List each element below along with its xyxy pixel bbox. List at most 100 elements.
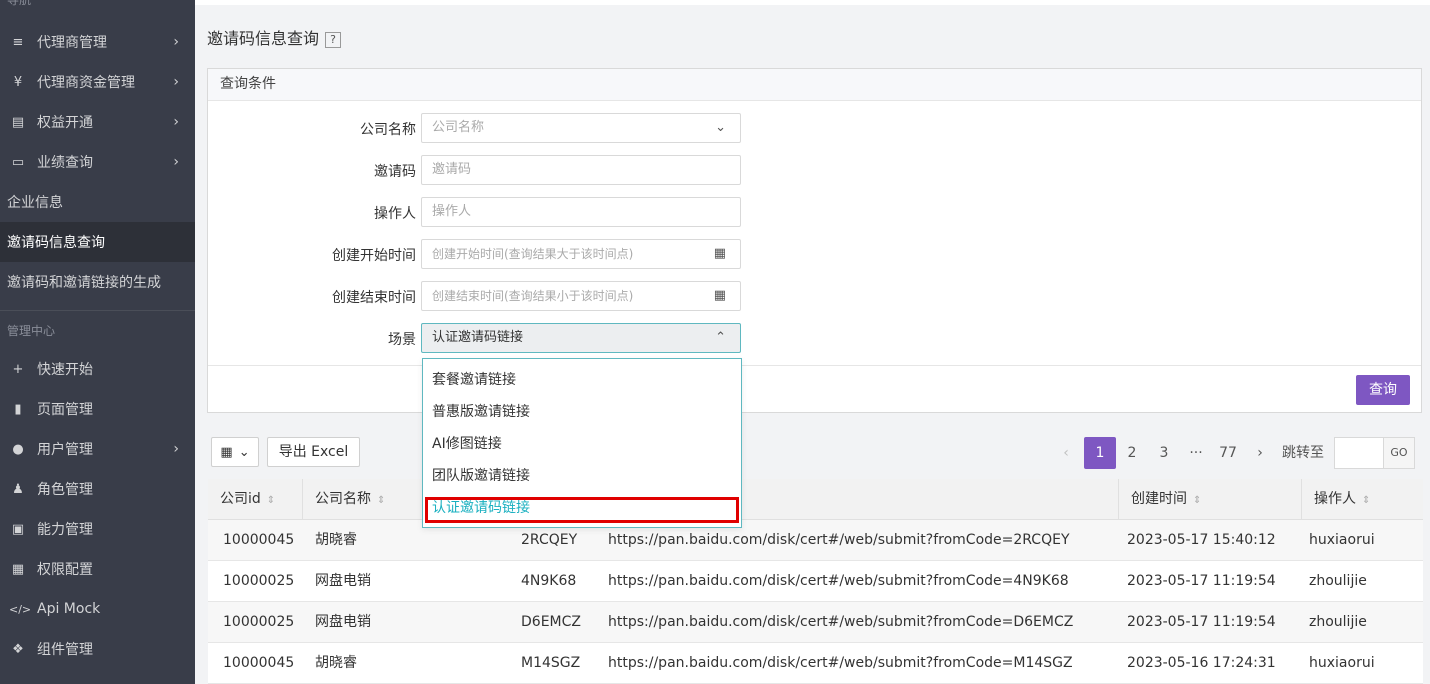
pagination: ‹ 1 2 3 ··· 77 › 跳转至 GO [1052,437,1422,469]
table-row[interactable]: 10000045 胡晓睿 M14SGZ https://pan.baidu.co… [208,643,1423,684]
goto-label: 跳转至 [1282,445,1324,461]
form-row-operator: 操作人 操作人 [208,197,768,227]
page-2-button[interactable]: 2 [1116,437,1148,469]
sidebar-section-nav: 导航 [7,0,32,7]
operator-input[interactable]: 操作人 [421,197,741,227]
scene-option-puhui[interactable]: 普惠版邀请链接 [423,396,741,428]
form-row-end-time: 创建结束时间 创建结束时间(查询结果小于该时间点) ▦ [208,281,768,311]
cell-company-id: 10000045 [223,532,295,548]
sidebar-item-label: 业绩查询 [37,155,93,171]
columns-toggle-button[interactable]: ▦ ⌄ [211,437,259,467]
start-time-input[interactable]: 创建开始时间(查询结果大于该时间点) ▦ [421,239,741,269]
goto-page-input[interactable] [1334,437,1384,469]
grid-icon: ▦ [11,561,25,577]
form-row-start-time: 创建开始时间 创建开始时间(查询结果大于该时间点) ▦ [208,239,768,269]
calendar-icon: ▦ [713,246,726,261]
sidebar-divider [0,310,195,311]
operator-label: 操作人 [374,206,416,222]
yen-icon: ¥ [13,74,23,90]
cell-company-id: 10000025 [223,573,295,589]
cell-operator: huxiaorui [1309,532,1375,548]
help-icon[interactable]: ? [325,32,342,48]
sidebar-item-label: 组件管理 [37,642,93,658]
column-header-operator[interactable]: 操作人 ⇕ [1302,479,1423,520]
invite-code-input[interactable]: 邀请码 [421,155,741,185]
query-button[interactable]: 查询 [1356,375,1410,405]
sidebar-item-api-mock[interactable]: </> Api Mock [0,589,195,629]
users-icon: ♟ [12,481,24,497]
sidebar-item-role-management[interactable]: ♟ 角色管理 [0,469,195,509]
page-3-button[interactable]: 3 [1148,437,1180,469]
go-button[interactable]: GO [1383,437,1415,469]
form-row-company: 公司名称 公司名称 ⌄ [208,113,768,143]
sidebar-item-user-management[interactable]: ● 用户管理 › [0,429,195,469]
sidebar-item-label: 快速开始 [37,362,93,378]
user-icon: ● [12,441,24,457]
column-header-label: 操作人 [1314,491,1356,507]
sidebar-item-label: 页面管理 [37,402,93,418]
cell-invite-code: 4N9K68 [521,573,577,589]
sidebar-item-component-management[interactable]: ❖ 组件管理 [0,629,195,669]
column-header-label: 创建时间 [1131,491,1187,507]
sidebar-item-invite-generate[interactable]: 邀请码和邀请链接的生成 [0,262,195,302]
end-time-label: 创建结束时间 [332,290,416,306]
sort-icon: ⇕ [1362,495,1371,506]
cell-invite-link: https://pan.baidu.com/disk/cert#/web/sub… [608,614,1074,630]
cell-company-name: 胡晓睿 [315,655,357,671]
sidebar-item-company-info[interactable]: 企业信息 [0,182,195,222]
cell-created-time: 2023-05-16 17:24:31 [1127,655,1276,671]
sidebar-item-agent-funds[interactable]: ¥ 代理商资金管理 › [0,62,195,102]
page-1-button[interactable]: 1 [1084,437,1116,469]
cell-invite-link: https://pan.baidu.com/disk/cert#/web/sub… [608,655,1073,671]
table-row[interactable]: 10000045 胡晓睿 2RCQEY https://pan.baidu.co… [208,520,1423,561]
column-header-company-id[interactable]: 公司id ⇕ [208,479,303,520]
query-panel-footer: 查询 [208,365,1421,413]
sidebar-item-invite-code-query[interactable]: 邀请码信息查询 [0,222,195,262]
sidebar-item-performance[interactable]: ▭ 业绩查询 › [0,142,195,182]
sidebar-item-permission-config[interactable]: ▦ 权限配置 [0,549,195,589]
sidebar-item-label: Api Mock [37,601,101,617]
chevron-down-icon: ⌄ [238,444,250,460]
company-select[interactable]: 公司名称 ⌄ [421,113,741,143]
scene-option-ai-retouch[interactable]: AI修图链接 [423,428,741,460]
sidebar-item-page-management[interactable]: ▮ 页面管理 [0,389,195,429]
sort-icon: ⇕ [1193,495,1202,506]
scene-select[interactable]: 认证邀请码链接 ⌃ [421,323,741,353]
cell-operator: zhoulijie [1309,573,1367,589]
sidebar-item-capability-management[interactable]: ▣ 能力管理 [0,509,195,549]
table-row[interactable]: 10000025 网盘电销 D6EMCZ https://pan.baidu.c… [208,602,1423,643]
sidebar-item-agent-management[interactable]: ≡ 代理商管理 › [0,22,195,62]
column-header-created-time[interactable]: 创建时间 ⇕ [1119,479,1302,520]
next-page-button[interactable]: › [1248,437,1272,469]
table-row[interactable]: 10000025 网盘电销 4N9K68 https://pan.baidu.c… [208,561,1423,602]
sidebar-item-label: 角色管理 [37,482,93,498]
sidebar-item-label: 企业信息 [7,195,63,211]
chevron-up-icon: ⌃ [715,330,726,345]
cell-created-time: 2023-05-17 11:19:54 [1127,614,1276,630]
code-icon: </> [9,602,32,616]
sidebar-item-benefits[interactable]: ▤ 权益开通 › [0,102,195,142]
export-excel-button[interactable]: 导出 Excel [267,437,360,467]
invite-code-placeholder: 邀请码 [432,162,472,177]
scene-option-package[interactable]: 套餐邀请链接 [423,364,741,396]
sidebar-item-quick-start[interactable]: + 快速开始 [0,349,195,389]
start-time-label: 创建开始时间 [332,248,416,264]
table-header-row: 公司id ⇕ 公司名称 ⇕ 创建时间 ⇕ 操作人 ⇕ [208,479,1423,520]
query-panel: 查询条件 公司名称 公司名称 ⌄ 邀请码 邀请码 操作人 操作人 创建开始时间 … [207,68,1422,413]
end-time-input[interactable]: 创建结束时间(查询结果小于该时间点) ▦ [421,281,741,311]
laptop-icon: ▭ [11,154,25,170]
chevron-right-icon: › [173,34,179,50]
operator-placeholder: 操作人 [432,204,472,219]
sidebar-item-label: 代理商管理 [37,35,107,51]
sidebar-item-label: 权益开通 [37,115,93,131]
cell-operator: zhoulijie [1309,614,1367,630]
page-77-button[interactable]: 77 [1212,437,1244,469]
prev-page-button[interactable]: ‹ [1054,437,1078,469]
cell-invite-link: https://pan.baidu.com/disk/cert#/web/sub… [608,573,1069,589]
form-row-invite-code: 邀请码 邀请码 [208,155,768,185]
sort-icon: ⇕ [266,495,276,506]
page-title: 邀请码信息查询? [207,25,342,49]
scene-option-team[interactable]: 团队版邀请链接 [423,460,741,492]
company-placeholder: 公司名称 [432,120,485,135]
chevron-down-icon: ⌄ [715,120,726,135]
